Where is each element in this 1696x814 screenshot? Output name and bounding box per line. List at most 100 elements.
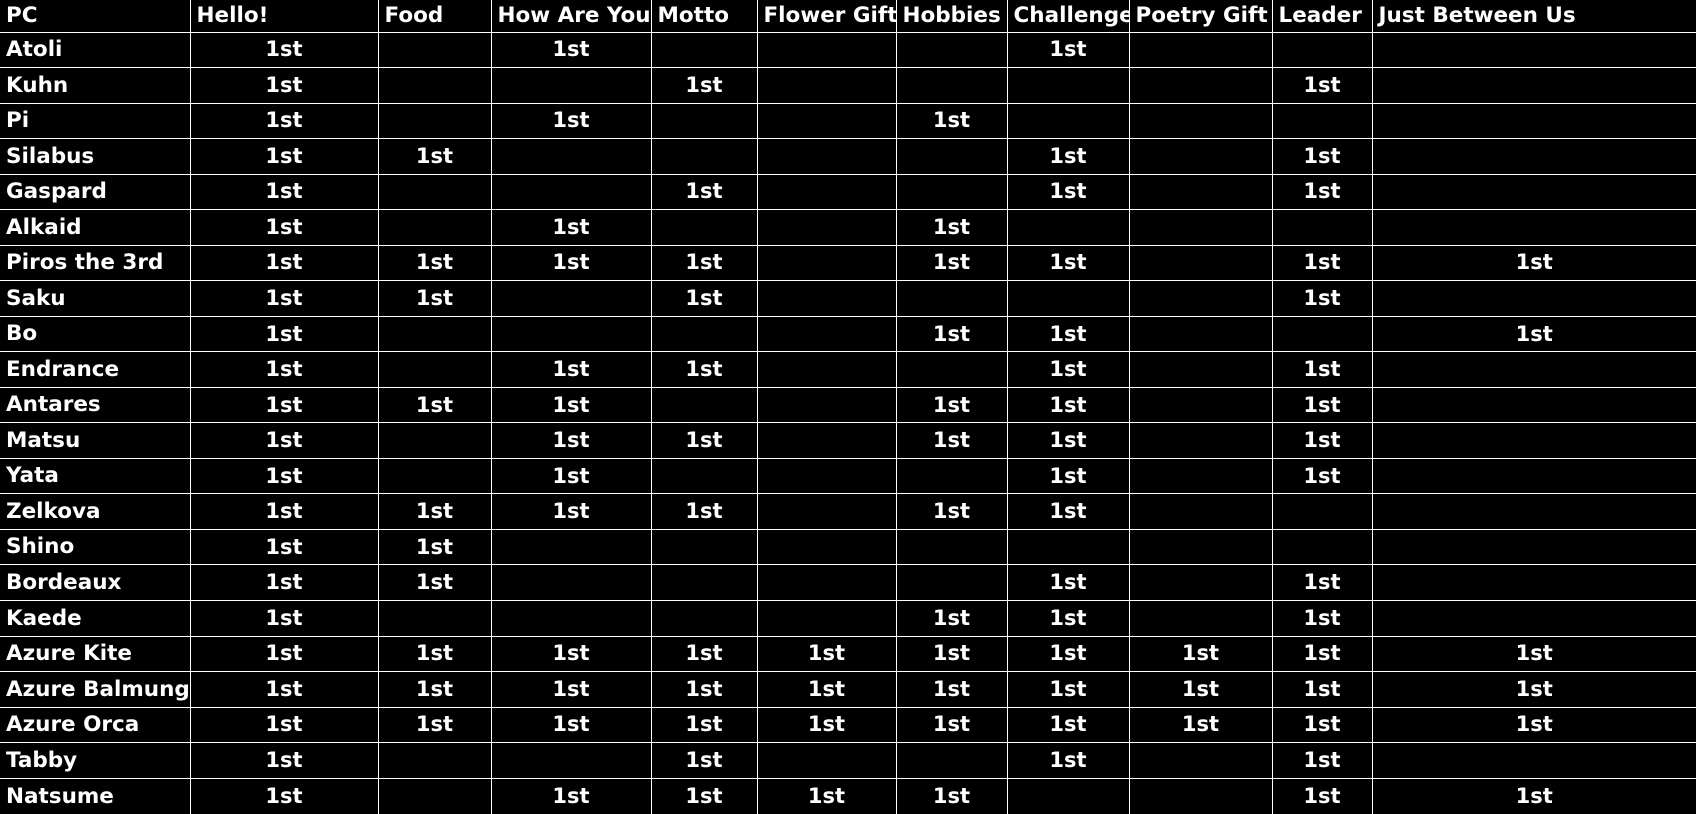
rank-mark-cell: 1st bbox=[895, 671, 1008, 708]
rank-mark-cell bbox=[1128, 67, 1273, 104]
pc-name-cell: Gaspard bbox=[0, 173, 191, 211]
rank-mark-cell bbox=[490, 600, 652, 637]
table-row: Alkaid 1st 1st 1st bbox=[0, 209, 1696, 246]
table-row: Zelkova 1st 1st 1st 1st 1st 1st bbox=[0, 493, 1696, 530]
rank-mark-cell bbox=[1006, 777, 1130, 814]
rank-mark-cell: 1st bbox=[1006, 706, 1130, 744]
rank-mark-cell bbox=[377, 102, 492, 140]
rank-mark-cell: 1st bbox=[1006, 244, 1130, 282]
rank-mark-cell: 1st bbox=[650, 244, 758, 282]
rank-mark-cell bbox=[650, 209, 758, 246]
rank-mark-cell: 1st bbox=[756, 671, 897, 708]
table-row: Tabby 1st 1st 1st 1st bbox=[0, 742, 1696, 779]
table-row: Pi 1st 1st 1st bbox=[0, 102, 1696, 140]
rank-mark-cell bbox=[1371, 457, 1696, 495]
rank-mark-cell bbox=[1128, 173, 1273, 211]
table-row: Azure Balmung 1st 1st 1st 1st 1st 1st 1st 1st 1st… bbox=[0, 671, 1696, 708]
rank-mark-cell: 1st bbox=[189, 31, 379, 69]
rank-mark-cell: 1st bbox=[1006, 564, 1130, 601]
rank-mark-cell: 1st bbox=[1271, 173, 1373, 211]
table-row: Gaspard 1st 1st 1st 1st bbox=[0, 173, 1696, 211]
table-row: Antares 1st 1st 1st 1st 1st 1st bbox=[0, 386, 1696, 424]
rank-mark-cell bbox=[490, 67, 652, 104]
table-row: Azure Orca 1st 1st 1st 1st 1st 1st 1st 1st 1st 1st bbox=[0, 706, 1696, 744]
rank-mark-cell bbox=[1006, 280, 1130, 317]
pc-name-cell: Silabus bbox=[0, 138, 191, 175]
rank-mark-cell: 1st bbox=[1271, 244, 1373, 282]
pc-name-cell: Zelkova bbox=[0, 493, 191, 530]
rank-mark-cell bbox=[756, 351, 897, 388]
rank-mark-cell bbox=[1371, 564, 1696, 601]
pc-name-cell: Alkaid bbox=[0, 209, 191, 246]
rank-mark-cell bbox=[1128, 102, 1273, 140]
rank-mark-cell: 1st bbox=[377, 280, 492, 317]
rank-mark-cell bbox=[1128, 386, 1273, 424]
header-row: PC Hello! Food How Are You? Motto Flower… bbox=[0, 0, 1696, 33]
rank-mark-cell bbox=[1371, 422, 1696, 459]
rank-mark-cell bbox=[756, 315, 897, 353]
rank-mark-cell: 1st bbox=[1271, 138, 1373, 175]
rank-mark-cell bbox=[1371, 742, 1696, 779]
rank-mark-cell bbox=[377, 742, 492, 779]
rank-mark-cell: 1st bbox=[490, 706, 652, 744]
rank-mark-cell bbox=[756, 31, 897, 69]
rank-mark-cell: 1st bbox=[1006, 493, 1130, 530]
rank-mark-cell: 1st bbox=[189, 493, 379, 530]
rank-mark-cell: 1st bbox=[490, 457, 652, 495]
rank-mark-cell: 1st bbox=[189, 457, 379, 495]
rank-mark-cell: 1st bbox=[1006, 315, 1130, 353]
rank-mark-cell: 1st bbox=[650, 493, 758, 530]
rank-mark-cell: 1st bbox=[650, 671, 758, 708]
rank-mark-cell bbox=[1128, 528, 1273, 566]
column-header-leader: Leader bbox=[1271, 0, 1373, 33]
rank-mark-cell: 1st bbox=[189, 138, 379, 175]
rank-mark-cell bbox=[895, 67, 1008, 104]
rank-mark-cell bbox=[490, 564, 652, 601]
rank-mark-cell bbox=[1371, 173, 1696, 211]
rank-mark-cell bbox=[490, 280, 652, 317]
rank-mark-cell: 1st bbox=[490, 244, 652, 282]
rank-mark-cell: 1st bbox=[895, 706, 1008, 744]
rank-mark-cell bbox=[1128, 777, 1273, 814]
rank-mark-cell bbox=[1006, 528, 1130, 566]
rank-mark-cell: 1st bbox=[756, 777, 897, 814]
rank-mark-cell bbox=[756, 422, 897, 459]
pc-name-cell: Antares bbox=[0, 386, 191, 424]
rank-mark-cell bbox=[756, 67, 897, 104]
rank-mark-cell: 1st bbox=[189, 777, 379, 814]
rank-mark-cell bbox=[1271, 315, 1373, 353]
rank-mark-cell: 1st bbox=[1371, 671, 1696, 708]
column-header-how-are-you: How Are You? bbox=[490, 0, 652, 33]
rank-mark-cell bbox=[756, 280, 897, 317]
pc-name-cell: Shino bbox=[0, 528, 191, 566]
rank-mark-cell: 1st bbox=[1006, 671, 1130, 708]
rank-mark-cell bbox=[1006, 67, 1130, 104]
rank-mark-cell: 1st bbox=[377, 244, 492, 282]
rank-mark-cell: 1st bbox=[1006, 742, 1130, 779]
rank-mark-cell bbox=[756, 138, 897, 175]
rank-mark-cell: 1st bbox=[189, 671, 379, 708]
rank-mark-cell bbox=[490, 173, 652, 211]
rank-mark-cell: 1st bbox=[1271, 671, 1373, 708]
rank-mark-cell: 1st bbox=[895, 244, 1008, 282]
rank-mark-cell: 1st bbox=[189, 564, 379, 601]
rank-mark-cell bbox=[1371, 493, 1696, 530]
pc-name-cell: Kaede bbox=[0, 600, 191, 637]
pc-name-cell: Azure Balmung bbox=[0, 671, 191, 708]
rank-mark-cell: 1st bbox=[189, 102, 379, 140]
rank-mark-cell: 1st bbox=[1271, 280, 1373, 317]
table-body: Atoli 1st 1st 1st Kuhn 1st 1st 1st Pi 1st 1st 1st Si… bbox=[0, 31, 1696, 814]
rank-mark-cell bbox=[650, 564, 758, 601]
rank-mark-cell: 1st bbox=[377, 493, 492, 530]
rank-mark-cell: 1st bbox=[189, 386, 379, 424]
rank-mark-cell bbox=[895, 280, 1008, 317]
rank-mark-cell: 1st bbox=[1371, 635, 1696, 673]
rank-mark-cell bbox=[895, 457, 1008, 495]
rank-mark-cell bbox=[377, 67, 492, 104]
rank-mark-cell bbox=[1371, 67, 1696, 104]
rank-mark-cell bbox=[490, 138, 652, 175]
rank-mark-cell bbox=[650, 528, 758, 566]
pc-name-cell: Kuhn bbox=[0, 67, 191, 104]
rank-mark-cell bbox=[756, 386, 897, 424]
rank-mark-cell: 1st bbox=[1006, 138, 1130, 175]
